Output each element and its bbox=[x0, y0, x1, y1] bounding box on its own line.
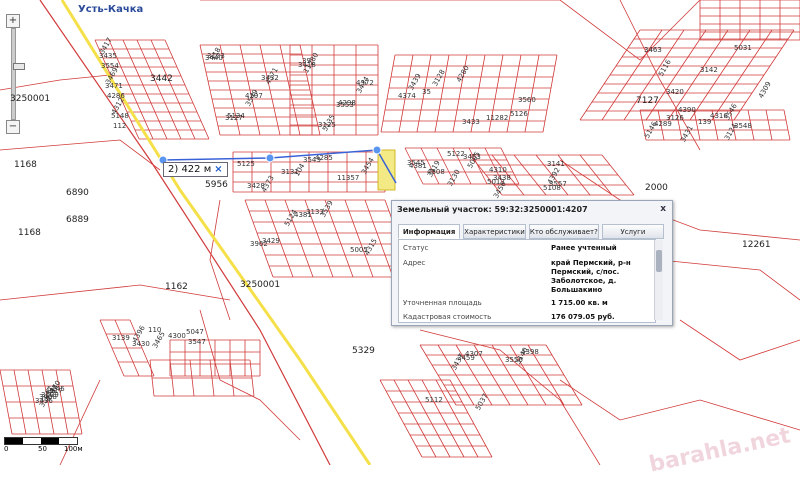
region-label: 3250001 bbox=[240, 280, 281, 290]
tab-who-serves[interactable]: Кто обслуживает? bbox=[528, 224, 599, 239]
address-value: край Пермский, р-н Пермский, с/пос. Забо… bbox=[551, 259, 631, 294]
address-label: Адрес bbox=[403, 259, 426, 267]
parcel-number: 3420 bbox=[666, 88, 684, 96]
parcel-number: 110 bbox=[148, 326, 162, 334]
area-value: 1 715.00 кв. м bbox=[551, 299, 608, 307]
parcel-number: 5134 bbox=[227, 112, 245, 120]
parcel-number: 5005 bbox=[350, 246, 368, 254]
parcel-number: 11357 bbox=[337, 174, 360, 182]
parcel-number: 4307 bbox=[465, 350, 483, 358]
popup-scrollbar-thumb[interactable] bbox=[656, 250, 662, 272]
scale-tick-100: 100м bbox=[64, 445, 83, 453]
cost-label: Кадастровая стоимость bbox=[403, 313, 492, 321]
parcel-number: 3435 bbox=[99, 52, 117, 60]
cost-value: 176 079.05 руб. bbox=[551, 313, 615, 321]
area-label: Уточненная площадь bbox=[403, 299, 482, 307]
parcel-number: 35 bbox=[422, 88, 431, 96]
parcel-number: 5148 bbox=[111, 112, 129, 120]
zoom-in-button[interactable]: + bbox=[6, 14, 20, 28]
region-label: 12261 bbox=[742, 240, 771, 250]
parcel-number: 3139 bbox=[112, 334, 130, 342]
parcel-number: 3547 bbox=[188, 338, 206, 346]
measure-distance: 2) 422 м bbox=[168, 164, 212, 175]
parcel-number: 3471 bbox=[105, 82, 123, 90]
parcel-number: 139 bbox=[698, 118, 712, 126]
status-value: Ранее учтенный bbox=[551, 244, 617, 252]
parcel-number: 4390 bbox=[678, 106, 696, 114]
parcel-number: 4316 bbox=[710, 112, 728, 120]
parcel-number: 11282 bbox=[486, 114, 509, 122]
parcel-number: 5013 bbox=[487, 178, 505, 186]
parcel-number: 4308 bbox=[427, 168, 445, 176]
region-label: 1168 bbox=[18, 228, 41, 238]
scale-tick-0: 0 bbox=[4, 445, 9, 453]
popup-scrollbar[interactable] bbox=[654, 240, 663, 320]
region-label: 1162 bbox=[165, 282, 188, 292]
measure-vertex[interactable] bbox=[265, 153, 275, 163]
parcel-number: 5125 bbox=[237, 160, 255, 168]
parcel-info-popup: Земельный участок: 59:32:3250001:4207 x … bbox=[391, 200, 673, 326]
parcel-number: 5112 bbox=[425, 396, 443, 404]
parcel-number: 4310 bbox=[489, 166, 507, 174]
zoom-out-button[interactable]: − bbox=[6, 120, 20, 134]
parcel-number: 3463 bbox=[644, 46, 662, 54]
zoom-control[interactable]: + − bbox=[6, 14, 25, 134]
measure-label: 2) 422 м × bbox=[163, 162, 228, 177]
parcel-number: 5047 bbox=[186, 328, 204, 336]
zoom-slider-handle[interactable] bbox=[13, 63, 25, 70]
close-icon[interactable]: × bbox=[214, 164, 222, 175]
region-label: 6889 bbox=[66, 215, 89, 225]
parcel-number: 5122 bbox=[447, 150, 465, 158]
parcel-number: 4297 bbox=[245, 92, 263, 100]
region-label: 3250001 bbox=[10, 94, 51, 104]
region-label: 5956 bbox=[205, 180, 228, 190]
parcel-number: 112 bbox=[113, 122, 127, 130]
popup-title: Земельный участок: 59:32:3250001:4207 bbox=[397, 205, 588, 214]
parcel-number: 4300 bbox=[168, 332, 186, 340]
parcel-number: 4381 bbox=[409, 162, 427, 170]
scale-bar: 0 50 100м bbox=[4, 437, 83, 453]
region-label: 3442 bbox=[150, 74, 173, 84]
parcel-number: 5126 bbox=[510, 110, 528, 118]
region-label: 6890 bbox=[66, 188, 89, 198]
region-label: 1168 bbox=[14, 160, 37, 170]
parcel-number: 4374 bbox=[398, 92, 416, 100]
popup-body: Статус Ранее учтенный Адрес край Пермски… bbox=[398, 239, 656, 323]
parcel-number: 5108 bbox=[543, 184, 561, 192]
region-label: 5329 bbox=[352, 346, 375, 356]
parcel-number: 4398 bbox=[521, 348, 539, 356]
parcel-number: 3433 bbox=[462, 118, 480, 126]
region-label: 7127 bbox=[636, 96, 659, 106]
parcel-number: 4298 bbox=[338, 99, 356, 107]
parcel-number: 5031 bbox=[734, 44, 752, 52]
parcel-number: 4372 bbox=[356, 79, 374, 87]
tab-characteristics[interactable]: Характеристики bbox=[463, 224, 526, 239]
parcel-number: 39 bbox=[302, 57, 311, 65]
town-label: Усть-Качка bbox=[78, 4, 144, 15]
parcel-number: 4285 bbox=[315, 154, 333, 162]
region-label: 2000 bbox=[645, 183, 668, 193]
tab-services[interactable]: Услуги bbox=[601, 224, 664, 239]
status-label: Статус bbox=[403, 244, 429, 252]
scale-tick-50: 50 bbox=[38, 445, 47, 453]
measure-vertex[interactable] bbox=[372, 145, 382, 155]
parcel-number: 3142 bbox=[700, 66, 718, 74]
tab-information[interactable]: Информация bbox=[398, 224, 461, 239]
parcel-number: 3560 bbox=[518, 96, 536, 104]
zoom-slider-track[interactable] bbox=[11, 28, 25, 120]
popup-close-button[interactable]: x bbox=[660, 204, 666, 214]
parcel-number: 3962 bbox=[250, 240, 268, 248]
